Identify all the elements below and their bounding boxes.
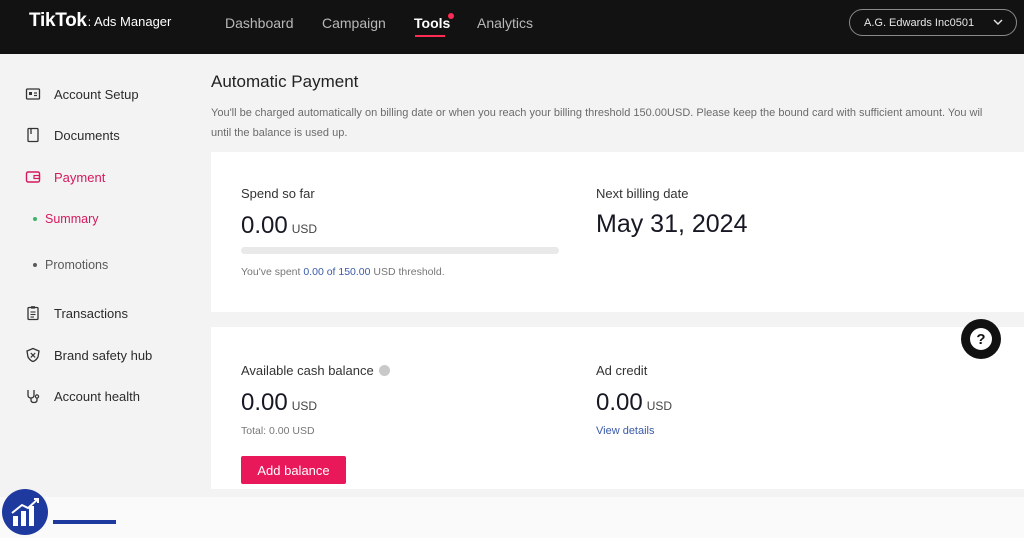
info-icon[interactable]	[378, 365, 390, 376]
add-balance-button[interactable]: Add balance	[241, 456, 346, 484]
spend-amount: 0.00 USD	[241, 212, 317, 240]
note-prefix: You've spent	[241, 266, 304, 278]
credit-value: 0.00	[596, 389, 643, 416]
sidebar-item-payment[interactable]: Payment	[25, 169, 105, 185]
clipboard-icon	[27, 306, 39, 321]
account-switcher[interactable]: A.G. Edwards Inc0501	[849, 9, 1017, 36]
sidebar-item-label: Account health	[54, 388, 141, 404]
notification-dot	[448, 13, 454, 19]
nav-campaign[interactable]: Campaign	[322, 15, 386, 31]
brand-main: TikTok	[29, 10, 87, 31]
logo-underline	[53, 520, 116, 524]
sidebar-item-brand-safety-hub[interactable]: Brand safety hub	[25, 347, 152, 363]
spend-label: Spend so far	[241, 186, 315, 201]
cash-balance-label: Available cash balance	[241, 363, 390, 378]
sidebar-item-documents[interactable]: Documents	[25, 127, 120, 143]
active-nav-underline	[415, 35, 445, 37]
note-suffix: USD threshold.	[370, 266, 445, 278]
page-title: Automatic Payment	[211, 72, 359, 91]
sidebar-item-account-setup[interactable]: Account Setup	[25, 86, 139, 102]
cash-total: Total: 0.00 USD	[241, 425, 315, 437]
spend-progress-bar	[241, 247, 559, 254]
note-amount: 0.00 of 150.00	[303, 266, 371, 278]
bullet	[33, 217, 37, 221]
spend-value: 0.00	[241, 212, 288, 239]
chart-logo-icon	[2, 489, 48, 535]
id-card-icon	[25, 88, 41, 100]
stethoscope-icon	[27, 390, 40, 404]
help-button[interactable]: ?	[961, 319, 1001, 359]
account-name: A.G. Edwards Inc0501	[864, 16, 975, 29]
nav-dashboard[interactable]: Dashboard	[225, 15, 294, 31]
sidebar-item-label: Documents	[54, 127, 120, 143]
billing-date-value: May 31, 2024	[596, 210, 748, 238]
page-bottom-area	[0, 497, 1024, 538]
sidebar-item-label: Transactions	[54, 305, 128, 321]
credit-unit: USD	[646, 399, 673, 413]
view-details-link[interactable]: View details	[596, 425, 655, 437]
brand-sub: Ads Manager	[94, 14, 172, 29]
sidebar-item-transactions[interactable]: Transactions	[25, 305, 128, 321]
nav-analytics[interactable]: Analytics	[477, 15, 533, 31]
cash-balance-amount: 0.00 USD	[241, 389, 317, 417]
sidebar-item-label: Brand safety hub	[54, 347, 153, 363]
cash-balance-label-text: Available cash balance	[241, 363, 374, 378]
cash-value: 0.00	[241, 389, 288, 416]
description-line-2: until the balance is used up.	[211, 127, 348, 139]
ad-credit-amount: 0.00 USD	[596, 389, 672, 417]
nav-tools[interactable]: Tools	[414, 15, 450, 31]
sidebar-subitem-label: Promotions	[45, 258, 109, 272]
wallet-icon	[25, 171, 41, 183]
page-description: You'll be charged automatically on billi…	[211, 103, 1024, 143]
ad-credit-label: Ad credit	[596, 363, 648, 378]
sidebar-item-label: Account Setup	[54, 86, 139, 102]
sidebar-item-account-health[interactable]: Account health	[25, 388, 140, 404]
help-icon: ?	[970, 328, 992, 350]
document-icon	[27, 127, 39, 143]
spend-unit: USD	[291, 222, 318, 236]
brand-separator: :	[87, 15, 92, 29]
cash-unit: USD	[291, 399, 318, 413]
billing-date-label: Next billing date	[596, 186, 689, 201]
spend-threshold-note: You've spent 0.00 of 150.00 USD threshol…	[241, 266, 445, 278]
sidebar-subitem-promotions[interactable]: Promotions	[33, 258, 108, 272]
bullet	[33, 263, 37, 267]
sidebar-subitem-summary[interactable]: Summary	[33, 212, 98, 226]
tiktok-ads-manager-logo[interactable]: TikTok : Ads Manager	[29, 10, 171, 32]
sidebar: Account Setup Documents Payment Summary …	[0, 54, 196, 538]
sidebar-item-label: Payment	[54, 169, 106, 185]
sidebar-subitem-label: Summary	[45, 212, 99, 226]
description-line-1: You'll be charged automatically on billi…	[211, 107, 983, 119]
shield-icon	[26, 347, 40, 363]
top-navigation-bar: TikTok : Ads Manager Dashboard Campaign …	[0, 0, 1024, 54]
chevron-down-icon	[993, 19, 1003, 25]
